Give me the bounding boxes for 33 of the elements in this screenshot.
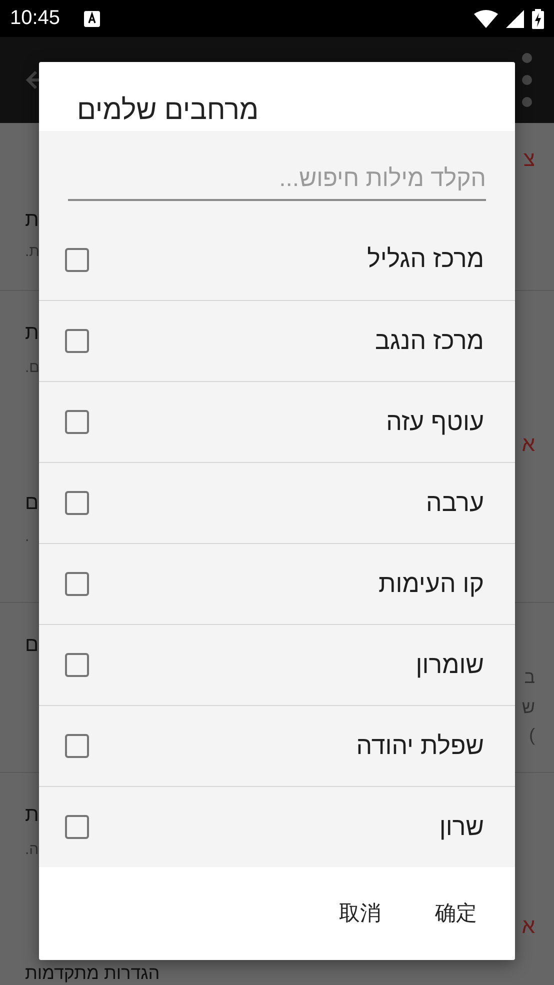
checkbox[interactable] <box>65 815 89 839</box>
option-label[interactable]: קו העימות <box>378 570 484 598</box>
checkbox[interactable] <box>65 734 89 758</box>
option-label[interactable]: עוטף עזה <box>386 408 484 436</box>
checkbox[interactable] <box>65 491 89 515</box>
option-label[interactable]: מרכז הגליל <box>367 245 484 274</box>
wifi-icon <box>474 10 498 28</box>
item-title: ם <box>25 633 39 658</box>
checkbox[interactable] <box>65 653 89 677</box>
keyboard-icon <box>84 10 100 26</box>
cancel-button[interactable]: 取消 <box>323 891 397 935</box>
item-title: ת <box>25 208 39 233</box>
item-title: ת <box>25 803 39 828</box>
body-text: ( <box>529 724 535 747</box>
item-title: ם <box>25 491 39 516</box>
battery-charging-icon <box>532 8 544 28</box>
clock: 10:45 <box>10 7 60 30</box>
item-title: ת <box>25 321 39 346</box>
checkbox[interactable] <box>65 329 89 353</box>
dialog-title: מרחבים שלמים <box>76 93 260 127</box>
option-label[interactable]: שפלת יהודה <box>356 732 484 760</box>
checkbox[interactable] <box>65 248 89 272</box>
checkbox[interactable] <box>65 572 89 596</box>
search-field[interactable]: הקלד מילות חיפוש... <box>68 165 486 201</box>
option-label[interactable]: ערבה <box>426 488 484 518</box>
item-description: . <box>25 527 30 547</box>
checkbox[interactable] <box>65 410 89 434</box>
option-label[interactable]: שומרון <box>416 650 484 680</box>
signal-icon <box>506 10 524 28</box>
ok-button[interactable]: 确定 <box>419 891 493 935</box>
item-title: הגדרות מתקדמות <box>25 962 160 984</box>
option-label[interactable]: שרון <box>439 812 484 842</box>
option-label[interactable]: מרכז הנגב <box>374 326 484 356</box>
